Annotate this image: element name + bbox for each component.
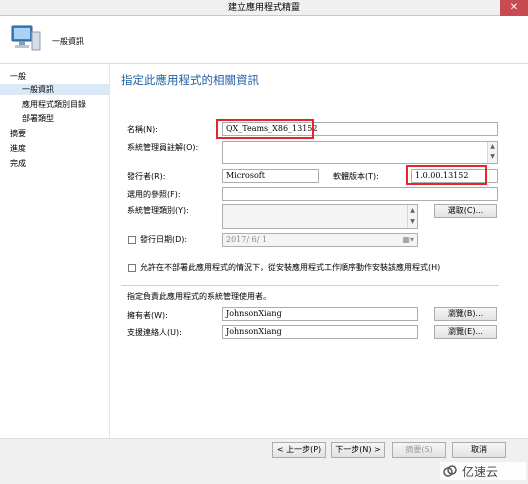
owner-field[interactable]: JohnsonXiang	[222, 307, 418, 321]
summary-button[interactable]: 摘要(S)	[392, 442, 446, 458]
page-title: 指定此應用程式的相關資訊	[121, 73, 259, 87]
support-field[interactable]: JohnsonXiang	[222, 325, 418, 339]
watermark: 亿速云	[440, 462, 526, 480]
calendar-icon[interactable]: ▦▾	[402, 234, 414, 246]
nav-item-general[interactable]: 一般	[10, 71, 26, 82]
watermark-logo-icon	[443, 465, 457, 477]
publish-date-label: 發行日期(D):	[140, 235, 188, 244]
previous-button[interactable]: < 上一步(P)	[272, 442, 326, 458]
section-divider	[121, 285, 499, 286]
reference-field[interactable]	[222, 187, 498, 201]
comment-field[interactable]: ▲ ▼	[222, 141, 498, 164]
version-label: 軟體版本(T):	[333, 172, 379, 181]
nav-item-summary[interactable]: 摘要	[10, 128, 26, 139]
nav-item-app-catalog[interactable]: 應用程式類別目錄	[22, 99, 86, 110]
close-button[interactable]: ✕	[500, 0, 528, 16]
nav-item-general-info[interactable]: 一般資訊	[0, 84, 109, 95]
category-label: 系統管理類別(Y):	[127, 206, 189, 215]
wizard-header: 一般資訊	[0, 16, 528, 64]
owner-label: 擁有者(W):	[127, 311, 168, 320]
support-label: 支援連絡人(U):	[127, 328, 182, 337]
allow-task-sequence-label: 允許在不部署此應用程式的情況下，從安裝應用程式工作順序動作安裝該應用程式(H)	[140, 263, 441, 272]
contacts-heading: 指定負責此應用程式的系統管理使用者。	[127, 292, 271, 301]
category-field[interactable]: ▲ ▼	[222, 204, 418, 229]
header-page-label: 一般資訊	[52, 37, 84, 46]
publisher-field[interactable]: Microsoft	[222, 169, 319, 183]
computer-icon	[8, 24, 42, 56]
nav-item-completion[interactable]: 完成	[10, 158, 26, 169]
publisher-label: 發行者(R):	[127, 172, 166, 181]
nav-item-deployment-types[interactable]: 部署類型	[22, 113, 54, 124]
highlight-version	[406, 165, 487, 185]
cancel-button[interactable]: 取消	[452, 442, 506, 458]
category-scrollbar[interactable]: ▲ ▼	[407, 205, 417, 228]
publish-date-checkbox[interactable]	[128, 236, 136, 244]
owner-browse-button[interactable]: 瀏覽(B)...	[434, 307, 497, 321]
window-title: 建立應用程式精靈	[0, 0, 528, 16]
watermark-text: 亿速云	[462, 465, 499, 479]
publish-date-text: 2017/ 6/ 1	[226, 235, 268, 244]
reference-label: 選用的參照(F):	[127, 190, 181, 199]
support-browse-button[interactable]: 瀏覽(E)...	[434, 325, 497, 339]
highlight-name	[216, 119, 314, 139]
comment-scrollbar[interactable]: ▲ ▼	[487, 142, 497, 163]
next-button[interactable]: 下一步(N) >	[331, 442, 385, 458]
name-label: 名稱(N):	[127, 125, 158, 134]
nav-item-progress[interactable]: 進度	[10, 143, 26, 154]
select-category-button[interactable]: 選取(C)...	[434, 204, 497, 218]
comment-label: 系統管理員註解(O):	[127, 143, 199, 152]
publish-date-field[interactable]: 2017/ 6/ 1 ▦▾	[222, 233, 418, 247]
allow-task-sequence-checkbox[interactable]	[128, 264, 136, 272]
wizard-nav: 一般 一般資訊 應用程式類別目錄 部署類型 摘要 進度 完成	[0, 64, 110, 438]
